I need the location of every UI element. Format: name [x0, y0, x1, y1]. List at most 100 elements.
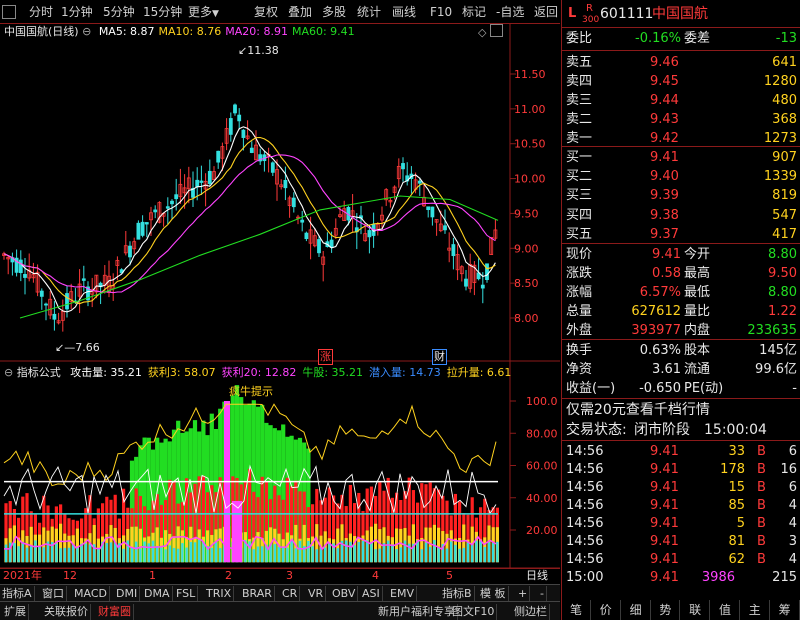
toolbar-5min-button[interactable]: 5分钟 — [101, 3, 137, 21]
toolbar-back-button[interactable]: 返回 — [532, 3, 560, 21]
extension-tab[interactable]: 关联报价 — [42, 604, 91, 620]
toolbar-multi-button[interactable]: 多股 — [320, 3, 348, 21]
sneak-volume-bar — [357, 542, 360, 563]
toolbar-intraday-button[interactable]: 分时 — [27, 3, 55, 21]
toolbar-stats-button[interactable]: 统计 — [355, 3, 383, 21]
indicator-tab[interactable]: VR — [306, 586, 327, 601]
collapse-icon[interactable]: ⊖ — [82, 25, 91, 38]
extension-tab[interactable]: 图文F10 — [450, 604, 498, 620]
sneak-volume-bar — [437, 547, 440, 563]
toolbar-adjust-button[interactable]: 复权 — [252, 3, 280, 21]
period-daily-label[interactable]: 日线 — [526, 569, 548, 583]
level-price: 9.43 — [650, 112, 679, 127]
quote-tab[interactable]: 势 — [651, 600, 681, 620]
quote-tab[interactable]: 筹 — [771, 600, 800, 620]
candle-body — [128, 245, 132, 258]
indicator-tab[interactable]: 指标B — [440, 586, 475, 601]
indicator-tab[interactable]: - — [538, 586, 547, 601]
quote-tab[interactable]: 价 — [592, 600, 621, 620]
quote-tab[interactable]: 值 — [711, 600, 740, 620]
sell-level-row: 卖五 9.46 641 — [562, 53, 800, 73]
menu-toggle-icon[interactable] — [2, 5, 16, 19]
collapse-icon[interactable]: ⊖ — [4, 366, 13, 379]
extension-tab[interactable]: 财富圈 — [96, 604, 134, 620]
stat-value: -0.650 — [639, 381, 681, 396]
ma10-line — [3, 136, 496, 305]
toolbar-draw-button[interactable]: 画线 — [390, 3, 418, 21]
indicator-tab[interactable]: TRIX — [204, 586, 235, 601]
toolbar-1min-button[interactable]: 1分钟 — [59, 3, 95, 21]
indicator-tab[interactable]: DMA — [142, 586, 173, 601]
candle-body — [451, 244, 456, 257]
indicator-tab[interactable]: 模 板 — [478, 586, 509, 601]
diamond-icon[interactable]: ◇ — [478, 26, 486, 40]
indicator-tab[interactable]: BRAR — [240, 586, 275, 601]
quote-tab[interactable]: 联 — [681, 600, 711, 620]
extension-tab[interactable]: 扩展 — [2, 604, 29, 620]
quote-tab[interactable]: 笔 — [562, 600, 591, 620]
quote-tab[interactable]: 主 — [741, 600, 770, 620]
indicator-name[interactable]: 指标公式 — [17, 366, 61, 379]
indicator-tab[interactable]: MACD — [72, 586, 110, 601]
candle-body — [401, 163, 405, 170]
indicator-tab[interactable]: CR — [280, 586, 301, 601]
sneak-volume-bar — [105, 542, 108, 563]
toolbar-watchlist-button[interactable]: -自选 — [494, 3, 526, 21]
indicator-tab[interactable]: OBV — [330, 586, 359, 601]
kline-title: 中国国航(日线) — [4, 25, 79, 38]
sneak-volume-bar — [353, 545, 356, 563]
event-marker-up[interactable]: 涨 — [318, 349, 333, 365]
indicator-tab[interactable]: FSL — [174, 586, 199, 601]
window-toggle-icon[interactable] — [490, 24, 503, 37]
sneak-volume-bar — [290, 539, 293, 563]
tick-row: 14:56 9.41 15 B 6 — [562, 478, 800, 498]
price-axis-label: 11.00 — [514, 103, 546, 116]
quote-tab[interactable]: 细 — [622, 600, 651, 620]
sneak-volume-bar — [483, 546, 486, 563]
level-label: 买五 — [566, 226, 593, 242]
indicator-tab[interactable]: ASI — [360, 586, 383, 601]
indicator-tab[interactable]: 窗口 — [40, 586, 67, 601]
high-price-value: 11.38 — [247, 44, 279, 57]
toolbar-f10-button[interactable]: F10 — [428, 3, 454, 21]
level-label: 卖二 — [566, 112, 593, 127]
indicator-tab[interactable]: + — [516, 586, 531, 601]
indicator-tab[interactable]: EMV — [388, 586, 417, 601]
promo-banner[interactable]: 仅需20元查看千档行情 — [562, 400, 800, 420]
sneak-volume-bar — [475, 540, 478, 563]
level-volume: 547 — [772, 207, 797, 223]
indicator-legend-item: 牛股: 35.21 — [302, 366, 364, 379]
sneak-volume-bar — [492, 542, 495, 563]
candle-body — [65, 293, 69, 310]
sneak-volume-bar — [399, 547, 402, 563]
sneak-volume-bar — [139, 548, 142, 563]
tick-price: 9.41 — [650, 570, 679, 585]
kline-chart[interactable]: 11.50 11.00 10.50 10.00 9.50 9.00 8.50 8.00 100.… — [0, 24, 560, 584]
sneak-volume-bar — [256, 546, 260, 563]
indicator-tab[interactable]: DMI — [114, 586, 141, 601]
toolbar-15min-button[interactable]: 15分钟 — [141, 3, 184, 21]
toolbar-more-button[interactable]: 更多▼ — [186, 3, 221, 21]
candle-body — [291, 197, 296, 208]
toolbar-mark-button[interactable]: 标记 — [460, 3, 488, 21]
level-volume: 1339 — [763, 169, 797, 185]
time-label: 4 — [372, 569, 379, 582]
stat-label: 换手 — [566, 343, 593, 358]
sneak-volume-bar — [479, 541, 482, 563]
time-label: 3 — [286, 569, 293, 582]
event-marker-finance[interactable]: 财 — [432, 349, 447, 365]
crazy-bull-hint: 疯牛提示 — [229, 385, 273, 398]
tick-volume: 81 — [728, 534, 745, 549]
sneak-volume-bar — [294, 548, 297, 563]
candle-body — [153, 209, 158, 213]
low-price-value: 7.66 — [75, 341, 100, 354]
ma-legend-item: MA20: 8.91 — [225, 25, 288, 38]
stat-row: 涨跌 0.58 最高 9.50 — [562, 264, 800, 284]
indicator-tab[interactable]: 指标A — [0, 586, 35, 601]
extension-tab[interactable]: 新用户福利专享 — [376, 604, 458, 620]
extension-tab[interactable]: 侧边栏 — [512, 604, 550, 620]
sneak-volume-bar — [214, 542, 218, 563]
sneak-volume-bar — [67, 547, 71, 563]
stat-label: 今开 — [684, 247, 711, 262]
toolbar-overlay-button[interactable]: 叠加 — [286, 3, 314, 21]
